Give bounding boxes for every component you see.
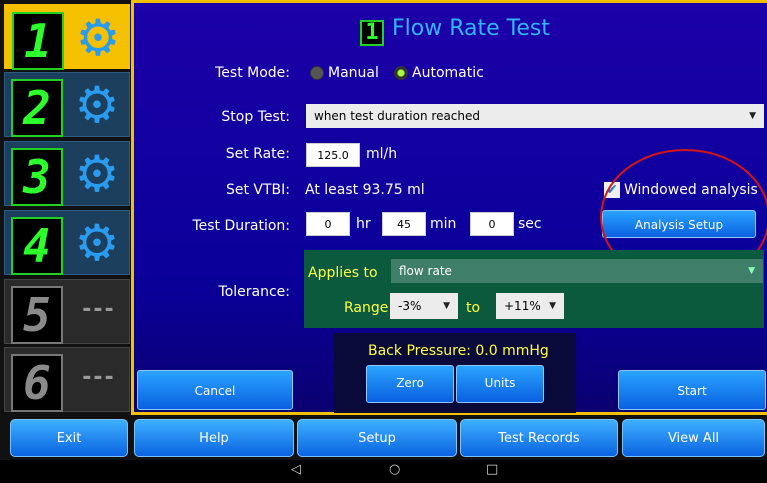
channel-3[interactable]: 3 ⚙ bbox=[4, 141, 130, 206]
system-nav-bar bbox=[0, 460, 767, 483]
gear-icon: ⚙ bbox=[75, 9, 121, 67]
stop-test-label: Stop Test: bbox=[221, 109, 290, 125]
test-duration-label: Test Duration: bbox=[192, 218, 290, 234]
duration-min-input[interactable]: 45 bbox=[382, 212, 426, 236]
channel-6[interactable]: 6 --- bbox=[4, 347, 130, 412]
stop-test-value: when test duration reached bbox=[314, 109, 481, 123]
set-rate-unit: ml/h bbox=[366, 146, 398, 162]
set-vtbi-label: Set VTBI: bbox=[225, 182, 290, 198]
title-channel-digit: 1 bbox=[360, 20, 384, 46]
back-pressure-readout: Back Pressure: 0.0 mmHg bbox=[368, 343, 549, 359]
channel-digit: 3 bbox=[11, 148, 63, 206]
applies-to-value: flow rate bbox=[399, 264, 452, 278]
chevron-down-icon: ▼ bbox=[749, 111, 756, 121]
start-button[interactable]: Start bbox=[618, 370, 766, 410]
test-mode-label: Test Mode: bbox=[215, 65, 290, 81]
tolerance-label: Tolerance: bbox=[218, 284, 290, 300]
set-vtbi-value: At least 93.75 ml bbox=[305, 182, 425, 198]
channel-2[interactable]: 2 ⚙ bbox=[4, 72, 130, 137]
test-records-button[interactable]: Test Records bbox=[460, 419, 618, 457]
automatic-radio[interactable] bbox=[394, 66, 408, 80]
automatic-label: Automatic bbox=[412, 65, 484, 81]
page-title: Flow Rate Test bbox=[392, 16, 550, 41]
gear-icon: ⚙ bbox=[74, 145, 120, 203]
range-high-value: +11% bbox=[504, 299, 541, 313]
view-all-button[interactable]: View All bbox=[622, 419, 765, 457]
duration-sec-input[interactable]: 0 bbox=[470, 212, 514, 236]
set-rate-input[interactable]: 125.0 bbox=[306, 143, 360, 167]
set-rate-label: Set Rate: bbox=[225, 146, 290, 162]
gear-icon: ⚙ bbox=[74, 76, 120, 134]
gear-icon: ⚙ bbox=[74, 214, 120, 272]
exit-button[interactable]: Exit bbox=[10, 419, 128, 457]
channel-digit: 6 bbox=[11, 354, 63, 412]
range-high-dropdown[interactable]: +11% ▼ bbox=[496, 293, 564, 319]
inactive-dash: --- bbox=[82, 365, 116, 390]
channel-5[interactable]: 5 --- bbox=[4, 279, 130, 344]
range-to-label: to bbox=[466, 300, 481, 316]
stop-test-dropdown[interactable]: when test duration reached ▼ bbox=[306, 104, 764, 128]
units-button[interactable]: Units bbox=[456, 365, 544, 403]
applies-to-label: Applies to bbox=[308, 265, 378, 281]
help-button[interactable]: Help bbox=[134, 419, 294, 457]
zero-button[interactable]: Zero bbox=[366, 365, 454, 403]
cancel-button[interactable]: Cancel bbox=[137, 370, 293, 410]
recents-nav-icon[interactable]: □ bbox=[486, 462, 498, 477]
applies-to-dropdown[interactable]: flow rate ▼ bbox=[391, 259, 763, 283]
channel-1[interactable]: 1 ⚙ bbox=[4, 4, 130, 70]
chevron-down-icon: ▼ bbox=[748, 266, 755, 276]
duration-hr-unit: hr bbox=[356, 216, 371, 232]
channel-digit: 1 bbox=[12, 12, 64, 70]
channel-digit: 2 bbox=[11, 79, 63, 137]
manual-radio[interactable] bbox=[310, 66, 324, 80]
chevron-down-icon: ▼ bbox=[549, 301, 556, 311]
range-low-value: -3% bbox=[398, 299, 422, 313]
inactive-dash: --- bbox=[82, 297, 116, 322]
channel-digit: 4 bbox=[11, 217, 63, 275]
back-nav-icon[interactable]: ◁ bbox=[291, 462, 301, 477]
chevron-down-icon: ▼ bbox=[443, 301, 450, 311]
manual-label: Manual bbox=[328, 65, 379, 81]
channel-digit: 5 bbox=[11, 286, 63, 344]
duration-min-unit: min bbox=[430, 216, 457, 232]
channel-4[interactable]: 4 ⚙ bbox=[4, 210, 130, 275]
range-low-dropdown[interactable]: -3% ▼ bbox=[390, 293, 458, 319]
setup-button[interactable]: Setup bbox=[297, 419, 457, 457]
duration-sec-unit: sec bbox=[518, 216, 542, 232]
range-label: Range bbox=[344, 300, 389, 316]
duration-hr-input[interactable]: 0 bbox=[306, 212, 350, 236]
home-nav-icon[interactable]: ○ bbox=[389, 462, 400, 477]
